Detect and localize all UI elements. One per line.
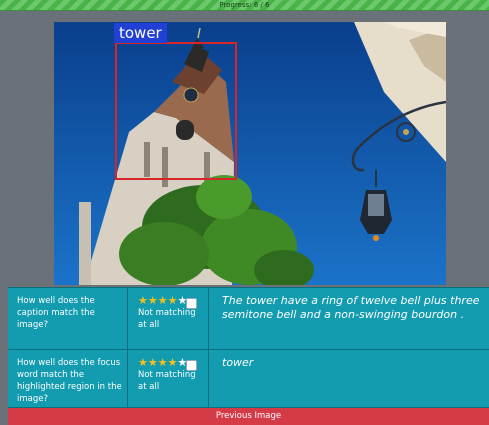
focus-word-text: tower [222, 356, 254, 369]
rating-cell: ★★★★★ Not matching at all [128, 288, 209, 349]
region-label: tower [114, 23, 167, 43]
not-matching-label: Not matching at all [138, 370, 196, 392]
rating-cell: ★★★★★ Not matching at all [128, 350, 209, 407]
star-icon[interactable]: ★ [168, 356, 178, 369]
previous-image-button[interactable]: Previous Image [8, 408, 489, 425]
not-matching-label: Not matching at all [138, 308, 196, 330]
star-icon[interactable]: ★ [138, 294, 148, 307]
progress-bar: Progress: 6 / 6 [0, 0, 489, 11]
progress-label: Progress: 6 / 6 [219, 1, 270, 9]
star-icon[interactable]: ★ [158, 356, 168, 369]
caption-text: The tower have a ring of twelve bell plu… [222, 294, 480, 321]
photo-scene [54, 22, 446, 285]
rating-row-caption: How well does the caption match the imag… [8, 288, 489, 350]
rating-row-focus: How well does the focus word match the h… [8, 350, 489, 408]
star-icon[interactable]: ★ [148, 294, 158, 307]
star-icon[interactable]: ★ [138, 356, 148, 369]
star-icon[interactable]: ★ [148, 356, 158, 369]
star-icon[interactable]: ★ [168, 294, 178, 307]
highlight-box [115, 42, 237, 180]
not-matching-checkbox[interactable] [186, 298, 197, 309]
rating-table: How well does the caption match the imag… [8, 287, 489, 408]
star-rating[interactable]: ★★★★★ [138, 295, 208, 307]
question-text: How well does the focus word match the h… [8, 350, 128, 407]
question-text: How well does the caption match the imag… [8, 288, 128, 349]
star-rating[interactable]: ★★★★★ [138, 357, 208, 369]
star-icon[interactable]: ★ [158, 294, 168, 307]
not-matching-checkbox[interactable] [186, 360, 197, 371]
annotated-image: tower [54, 22, 446, 285]
